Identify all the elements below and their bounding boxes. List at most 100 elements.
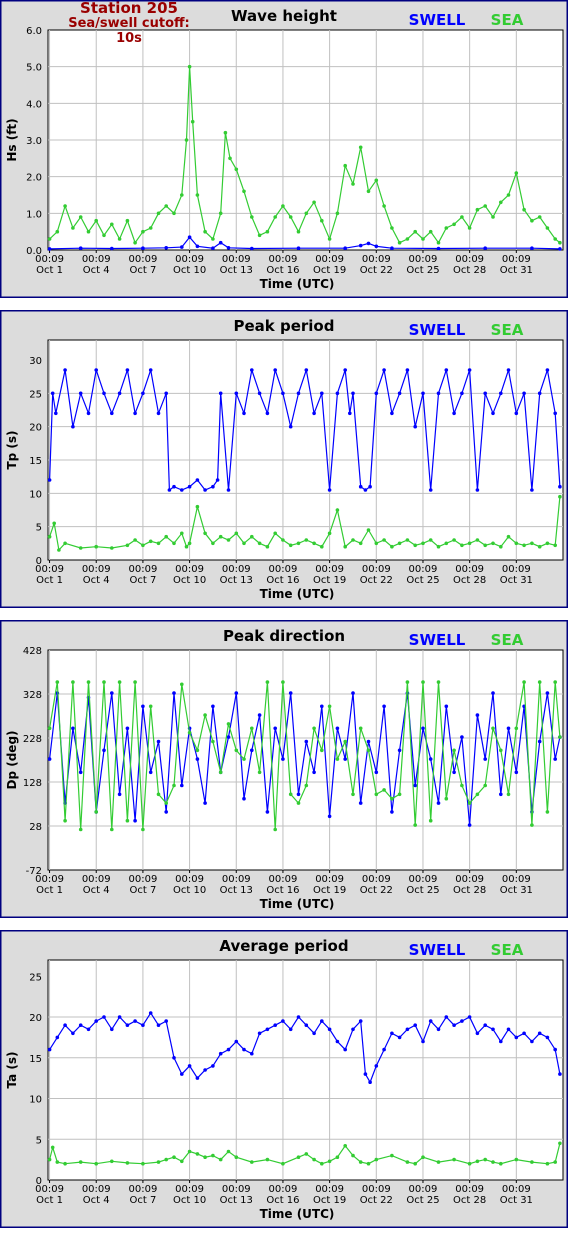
data-point-swell <box>296 792 301 797</box>
data-point-swell <box>397 391 402 396</box>
chart-title: Wave height <box>231 7 337 25</box>
data-point-sea <box>141 543 145 548</box>
data-point-swell <box>180 783 184 788</box>
data-point-swell <box>374 244 379 249</box>
data-point-swell <box>475 1031 480 1036</box>
data-point-swell <box>156 411 161 416</box>
data-point-swell <box>351 691 355 695</box>
data-point-sea <box>436 544 441 549</box>
data-point-sea <box>148 704 153 709</box>
data-point-sea <box>320 1161 324 1166</box>
x-tick-time: 00:09 <box>175 564 204 575</box>
legend-swell: SWELL <box>409 11 466 29</box>
data-point-sea <box>382 788 386 792</box>
data-point-sea <box>467 541 472 546</box>
data-point-sea <box>257 541 262 546</box>
data-point-sea <box>475 1159 480 1164</box>
data-point-swell <box>211 484 215 489</box>
data-point-swell <box>110 411 114 416</box>
chart-svg: 05101520253000:09Oct 100:09Oct 400:09Oct… <box>0 310 568 608</box>
data-point-swell <box>506 1027 511 1032</box>
data-point-swell <box>358 801 363 805</box>
data-point-swell <box>250 1051 254 1056</box>
data-point-swell <box>211 1064 215 1068</box>
data-point-sea <box>499 544 503 549</box>
x-tick-time: 00:09 <box>222 564 251 575</box>
data-point-swell <box>164 246 168 250</box>
x-tick-date: Oct 7 <box>129 1195 156 1206</box>
data-point-swell <box>374 391 379 396</box>
data-point-sea <box>452 1157 456 1162</box>
y-tick-label: 128 <box>23 778 42 789</box>
data-point-swell <box>368 484 372 489</box>
y-tick-label: 28 <box>29 822 42 833</box>
data-point-swell <box>78 391 83 396</box>
data-point-swell <box>475 713 480 717</box>
data-point-sea <box>63 1161 67 1166</box>
data-point-swell <box>514 770 519 775</box>
y-tick-label: 25 <box>29 389 42 400</box>
data-point-sea <box>514 726 519 731</box>
data-point-sea <box>358 726 363 731</box>
x-tick-time: 00:09 <box>362 254 391 265</box>
x-tick-time: 00:09 <box>128 254 157 265</box>
data-point-swell <box>558 1072 562 1076</box>
x-tick-time: 00:09 <box>222 254 251 265</box>
data-point-sea <box>397 792 402 797</box>
data-point-swell <box>499 1039 503 1044</box>
data-point-sea <box>382 204 386 208</box>
data-point-swell <box>156 739 161 744</box>
data-point-swell <box>530 488 534 492</box>
data-point-sea <box>327 1159 332 1164</box>
x-tick-date: Oct 4 <box>83 1195 110 1206</box>
x-tick-time: 00:09 <box>362 1184 391 1195</box>
data-point-swell <box>436 1027 441 1032</box>
data-point-swell <box>218 240 223 245</box>
x-tick-time: 00:09 <box>455 564 484 575</box>
data-point-sea <box>110 222 114 227</box>
x-tick-time: 00:09 <box>175 254 204 265</box>
data-point-swell <box>390 246 394 250</box>
data-point-swell <box>514 1035 519 1040</box>
y-axis-label: Tp (s) <box>5 430 19 469</box>
data-point-swell <box>125 368 130 372</box>
data-point-sea <box>180 1159 184 1164</box>
data-point-swell <box>491 1027 495 1032</box>
data-point-sea <box>491 541 495 546</box>
data-point-sea <box>390 226 394 230</box>
data-point-sea <box>436 1160 441 1164</box>
data-point-sea <box>47 534 52 539</box>
data-point-swell <box>180 1072 184 1076</box>
data-point-swell <box>312 1031 316 1036</box>
data-point-sea <box>250 1160 254 1164</box>
data-point-sea <box>273 531 278 536</box>
x-tick-time: 00:09 <box>502 254 531 265</box>
data-point-swell <box>47 1047 52 1052</box>
data-point-sea <box>335 508 340 512</box>
data-point-swell <box>102 1015 106 1019</box>
data-point-swell <box>483 1023 488 1027</box>
data-point-swell <box>428 488 433 492</box>
data-point-sea <box>273 827 278 832</box>
data-point-sea <box>335 757 340 761</box>
data-point-swell <box>304 368 309 372</box>
data-point-sea <box>86 680 91 684</box>
data-point-sea <box>320 544 324 549</box>
data-point-sea <box>156 211 161 216</box>
data-point-sea <box>312 541 316 546</box>
data-point-sea <box>499 200 503 205</box>
data-point-swell <box>506 726 511 731</box>
data-point-swell <box>499 792 503 797</box>
data-point-sea <box>366 189 371 194</box>
data-point-sea <box>436 680 441 684</box>
x-tick-date: Oct 7 <box>129 885 156 896</box>
data-point-sea <box>397 240 402 245</box>
data-point-sea <box>537 544 542 549</box>
data-point-sea <box>428 818 433 823</box>
data-point-swell <box>351 391 355 396</box>
data-point-sea <box>374 541 379 546</box>
y-tick-label: 20 <box>29 423 42 434</box>
data-point-swell <box>545 368 550 372</box>
data-point-sea <box>460 783 464 788</box>
x-tick-time: 00:09 <box>315 1184 344 1195</box>
